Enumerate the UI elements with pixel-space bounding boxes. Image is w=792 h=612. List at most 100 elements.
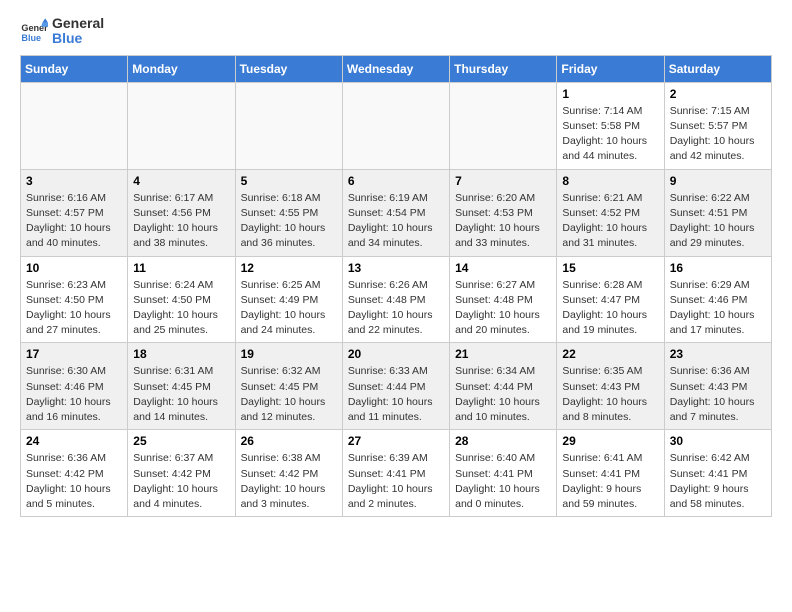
logo-general-text: General <box>52 16 104 31</box>
day-number: 28 <box>455 434 551 448</box>
calendar-week-row: 24Sunrise: 6:36 AMSunset: 4:42 PMDayligh… <box>21 430 772 517</box>
calendar-cell: 3 Sunrise: 6:16 AMSunset: 4:57 PMDaylight… <box>21 169 128 256</box>
calendar-cell: 8 Sunrise: 6:21 AMSunset: 4:52 PMDaylight… <box>557 169 664 256</box>
weekday-header: Friday <box>557 55 664 82</box>
day-number: 29 <box>562 434 658 448</box>
weekday-header: Sunday <box>21 55 128 82</box>
weekday-header: Tuesday <box>235 55 342 82</box>
day-info: Sunrise: 6:29 AMSunset: 4:46 PMDaylight:… <box>670 278 766 339</box>
calendar-cell <box>342 82 449 169</box>
day-number: 14 <box>455 261 551 275</box>
calendar-table: SundayMondayTuesdayWednesdayThursdayFrid… <box>20 55 772 517</box>
day-info: Sunrise: 6:25 AMSunset: 4:49 PMDaylight:… <box>241 278 337 339</box>
calendar-cell <box>128 82 235 169</box>
calendar-cell: 17Sunrise: 6:30 AMSunset: 4:46 PMDayligh… <box>21 343 128 430</box>
day-info: Sunrise: 6:41 AMSunset: 4:41 PMDaylight:… <box>562 451 658 512</box>
day-number: 1 <box>562 87 658 101</box>
weekday-header: Wednesday <box>342 55 449 82</box>
calendar-cell <box>450 82 557 169</box>
day-number: 11 <box>133 261 229 275</box>
day-number: 30 <box>670 434 766 448</box>
day-info: Sunrise: 6:26 AMSunset: 4:48 PMDaylight:… <box>348 278 444 339</box>
day-info: Sunrise: 6:30 AMSunset: 4:46 PMDaylight:… <box>26 364 122 425</box>
calendar-cell <box>235 82 342 169</box>
day-info: Sunrise: 6:24 AMSunset: 4:50 PMDaylight:… <box>133 278 229 339</box>
day-number: 3 <box>26 174 122 188</box>
calendar-cell: 9 Sunrise: 6:22 AMSunset: 4:51 PMDaylight… <box>664 169 771 256</box>
calendar-cell: 15Sunrise: 6:28 AMSunset: 4:47 PMDayligh… <box>557 256 664 343</box>
calendar-cell: 23 Sunrise: 6:36 AMSunset: 4:43 PMDayligh… <box>664 343 771 430</box>
calendar-cell: 12Sunrise: 6:25 AMSunset: 4:49 PMDayligh… <box>235 256 342 343</box>
calendar-cell: 20 Sunrise: 6:33 AMSunset: 4:44 PMDayligh… <box>342 343 449 430</box>
weekday-header: Saturday <box>664 55 771 82</box>
day-number: 23 <box>670 347 766 361</box>
calendar-cell: 18Sunrise: 6:31 AMSunset: 4:45 PMDayligh… <box>128 343 235 430</box>
calendar-cell: 10 Sunrise: 6:23 AMSunset: 4:50 PMDayligh… <box>21 256 128 343</box>
svg-text:Blue: Blue <box>21 33 41 43</box>
calendar-cell: 14 Sunrise: 6:27 AMSunset: 4:48 PMDayligh… <box>450 256 557 343</box>
calendar-cell: 22 Sunrise: 6:35 AMSunset: 4:43 PMDayligh… <box>557 343 664 430</box>
day-info: Sunrise: 6:33 AMSunset: 4:44 PMDaylight:… <box>348 364 444 425</box>
day-info: Sunrise: 7:15 AMSunset: 5:57 PMDaylight:… <box>670 104 766 165</box>
day-number: 20 <box>348 347 444 361</box>
day-number: 4 <box>133 174 229 188</box>
calendar-week-row: 1 Sunrise: 7:14 AMSunset: 5:58 PMDaylight… <box>21 82 772 169</box>
calendar-cell: 16 Sunrise: 6:29 AMSunset: 4:46 PMDayligh… <box>664 256 771 343</box>
day-info: Sunrise: 6:17 AMSunset: 4:56 PMDaylight:… <box>133 191 229 252</box>
calendar-cell: 30 Sunrise: 6:42 AMSunset: 4:41 PMDayligh… <box>664 430 771 517</box>
day-info: Sunrise: 6:16 AMSunset: 4:57 PMDaylight:… <box>26 191 122 252</box>
day-info: Sunrise: 6:38 AMSunset: 4:42 PMDaylight:… <box>241 451 337 512</box>
calendar-cell: 5 Sunrise: 6:18 AMSunset: 4:55 PMDaylight… <box>235 169 342 256</box>
day-number: 2 <box>670 87 766 101</box>
day-info: Sunrise: 6:37 AMSunset: 4:42 PMDaylight:… <box>133 451 229 512</box>
calendar-cell: 24Sunrise: 6:36 AMSunset: 4:42 PMDayligh… <box>21 430 128 517</box>
day-info: Sunrise: 6:39 AMSunset: 4:41 PMDaylight:… <box>348 451 444 512</box>
day-info: Sunrise: 6:34 AMSunset: 4:44 PMDaylight:… <box>455 364 551 425</box>
calendar-cell: 28 Sunrise: 6:40 AMSunset: 4:41 PMDayligh… <box>450 430 557 517</box>
day-info: Sunrise: 7:14 AMSunset: 5:58 PMDaylight:… <box>562 104 658 165</box>
day-number: 9 <box>670 174 766 188</box>
calendar-cell: 13Sunrise: 6:26 AMSunset: 4:48 PMDayligh… <box>342 256 449 343</box>
day-number: 16 <box>670 261 766 275</box>
calendar-cell <box>21 82 128 169</box>
day-info: Sunrise: 6:32 AMSunset: 4:45 PMDaylight:… <box>241 364 337 425</box>
day-number: 27 <box>348 434 444 448</box>
calendar-cell: 19 Sunrise: 6:32 AMSunset: 4:45 PMDayligh… <box>235 343 342 430</box>
calendar-week-row: 17Sunrise: 6:30 AMSunset: 4:46 PMDayligh… <box>21 343 772 430</box>
calendar-cell: 29 Sunrise: 6:41 AMSunset: 4:41 PMDayligh… <box>557 430 664 517</box>
day-info: Sunrise: 6:28 AMSunset: 4:47 PMDaylight:… <box>562 278 658 339</box>
day-info: Sunrise: 6:23 AMSunset: 4:50 PMDaylight:… <box>26 278 122 339</box>
day-number: 19 <box>241 347 337 361</box>
page-header: General Blue General Blue <box>20 16 772 47</box>
calendar-cell: 1 Sunrise: 7:14 AMSunset: 5:58 PMDaylight… <box>557 82 664 169</box>
day-info: Sunrise: 6:40 AMSunset: 4:41 PMDaylight:… <box>455 451 551 512</box>
day-info: Sunrise: 6:36 AMSunset: 4:43 PMDaylight:… <box>670 364 766 425</box>
calendar-cell: 27 Sunrise: 6:39 AMSunset: 4:41 PMDayligh… <box>342 430 449 517</box>
day-info: Sunrise: 6:31 AMSunset: 4:45 PMDaylight:… <box>133 364 229 425</box>
day-number: 10 <box>26 261 122 275</box>
day-info: Sunrise: 6:22 AMSunset: 4:51 PMDaylight:… <box>670 191 766 252</box>
day-number: 7 <box>455 174 551 188</box>
calendar-cell: 2 Sunrise: 7:15 AMSunset: 5:57 PMDaylight… <box>664 82 771 169</box>
day-number: 25 <box>133 434 229 448</box>
weekday-header: Thursday <box>450 55 557 82</box>
day-number: 5 <box>241 174 337 188</box>
day-number: 22 <box>562 347 658 361</box>
calendar-cell: 6Sunrise: 6:19 AMSunset: 4:54 PMDaylight… <box>342 169 449 256</box>
calendar-cell: 4 Sunrise: 6:17 AMSunset: 4:56 PMDaylight… <box>128 169 235 256</box>
calendar-cell: 25 Sunrise: 6:37 AMSunset: 4:42 PMDayligh… <box>128 430 235 517</box>
day-info: Sunrise: 6:18 AMSunset: 4:55 PMDaylight:… <box>241 191 337 252</box>
day-number: 24 <box>26 434 122 448</box>
day-info: Sunrise: 6:21 AMSunset: 4:52 PMDaylight:… <box>562 191 658 252</box>
day-info: Sunrise: 6:42 AMSunset: 4:41 PMDaylight:… <box>670 451 766 512</box>
day-info: Sunrise: 6:19 AMSunset: 4:54 PMDaylight:… <box>348 191 444 252</box>
day-info: Sunrise: 6:35 AMSunset: 4:43 PMDaylight:… <box>562 364 658 425</box>
calendar-cell: 21Sunrise: 6:34 AMSunset: 4:44 PMDayligh… <box>450 343 557 430</box>
calendar-cell: 26Sunrise: 6:38 AMSunset: 4:42 PMDayligh… <box>235 430 342 517</box>
calendar-header-row: SundayMondayTuesdayWednesdayThursdayFrid… <box>21 55 772 82</box>
day-info: Sunrise: 6:27 AMSunset: 4:48 PMDaylight:… <box>455 278 551 339</box>
logo-icon: General Blue <box>20 17 48 45</box>
logo: General Blue General Blue <box>20 16 104 47</box>
day-number: 8 <box>562 174 658 188</box>
calendar-cell: 11 Sunrise: 6:24 AMSunset: 4:50 PMDayligh… <box>128 256 235 343</box>
